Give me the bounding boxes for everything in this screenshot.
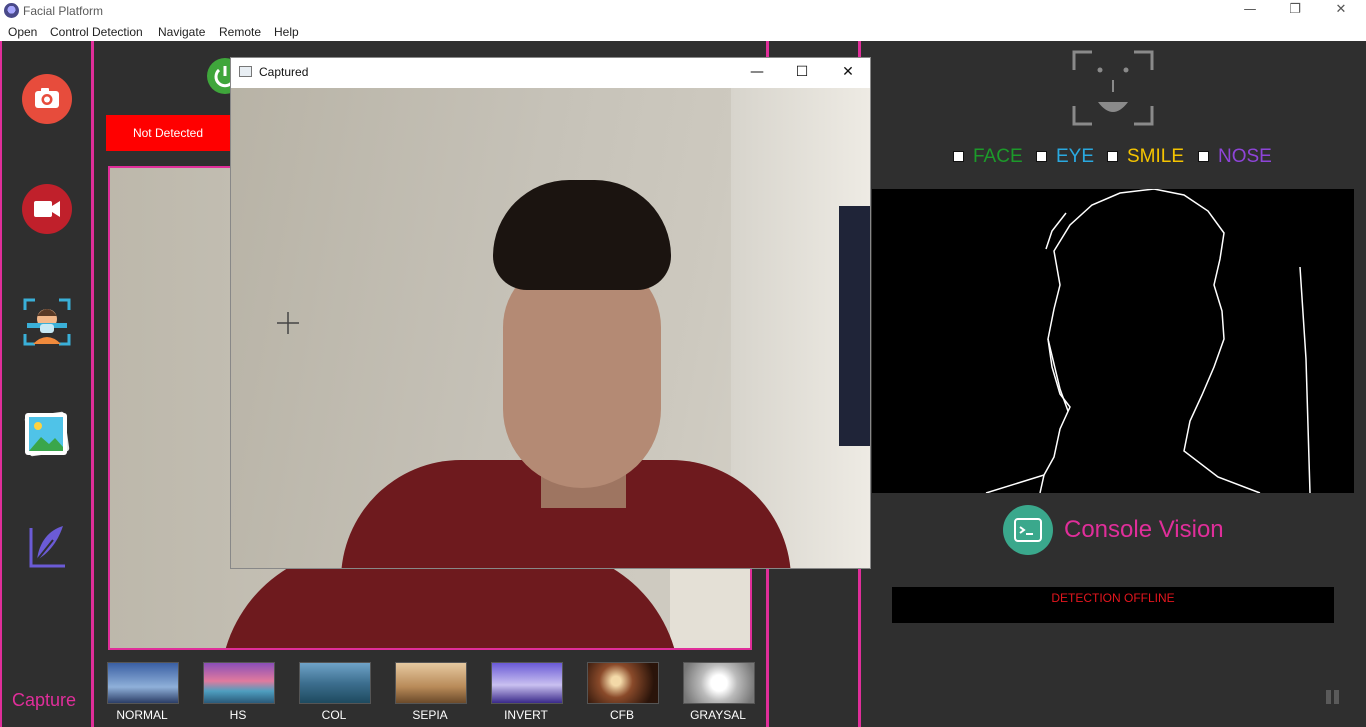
app-logo-icon: [4, 3, 19, 18]
minimize-button[interactable]: —: [1227, 0, 1273, 22]
filter-cfb-label[interactable]: CFB: [577, 708, 667, 722]
eye-checkbox[interactable]: [1036, 151, 1047, 162]
pause-icon: [1326, 690, 1331, 704]
crosshair-cursor-icon: [277, 312, 299, 334]
face-detect-logo-icon: [1072, 50, 1154, 126]
gallery-icon: [24, 411, 70, 457]
filter-graysal-thumb[interactable]: [683, 662, 755, 704]
capture-label[interactable]: Capture: [12, 690, 76, 711]
nose-checkbox[interactable]: [1198, 151, 1209, 162]
captured-window[interactable]: Captured — ☐ ✕: [230, 57, 871, 569]
camera-icon: [35, 88, 59, 108]
nose-checkbox-group[interactable]: NOSE: [1198, 146, 1278, 168]
left-toolbar: [2, 41, 91, 727]
face-scan-button[interactable]: [21, 296, 73, 348]
face-checkbox[interactable]: [953, 151, 964, 162]
filter-sepia-label[interactable]: SEPIA: [385, 708, 475, 722]
console-vision-title: Console Vision: [1064, 516, 1224, 543]
console-button[interactable]: [1003, 505, 1053, 555]
menu-navigate[interactable]: Navigate: [158, 25, 205, 39]
background-poster: [839, 206, 870, 446]
filter-normal-label[interactable]: NORMAL: [97, 708, 187, 722]
nose-checkbox-label[interactable]: NOSE: [1218, 146, 1272, 168]
filter-col-thumb[interactable]: [299, 662, 371, 704]
detection-status-badge: Not Detected: [106, 115, 230, 151]
filter-invert-label[interactable]: INVERT: [481, 708, 571, 722]
menu-bar: Open Control Detection Navigate Remote H…: [0, 22, 1366, 41]
camera-button[interactable]: [22, 74, 72, 124]
pause-button[interactable]: [1323, 688, 1343, 708]
video-button[interactable]: [22, 184, 72, 234]
filter-col-label[interactable]: COL: [289, 708, 379, 722]
window-app-icon: [239, 66, 252, 77]
filter-hs-thumb[interactable]: [203, 662, 275, 704]
smile-checkbox[interactable]: [1107, 151, 1118, 162]
filter-sepia-thumb[interactable]: [395, 662, 467, 704]
video-camera-icon: [34, 201, 60, 217]
filter-invert-thumb[interactable]: [491, 662, 563, 704]
person-hair: [493, 180, 671, 290]
captured-window-title: Captured: [259, 65, 309, 79]
face-checkbox-group[interactable]: FACE: [953, 146, 1033, 168]
captured-webcam-image: [231, 88, 870, 568]
edge-detection-view: [872, 188, 1354, 494]
title-bar: Facial Platform — ❐ ✕: [0, 0, 1366, 22]
eye-checkbox-group[interactable]: EYE: [1036, 146, 1106, 168]
menu-open[interactable]: Open: [8, 25, 37, 39]
face-checkbox-label[interactable]: FACE: [973, 146, 1023, 168]
captured-minimize-button[interactable]: —: [734, 59, 780, 85]
face-scan-icon: [23, 298, 71, 346]
filter-hs-label[interactable]: HS: [193, 708, 283, 722]
filter-normal-thumb[interactable]: [107, 662, 179, 704]
menu-control-detection[interactable]: Control Detection: [50, 25, 143, 39]
captured-maximize-button[interactable]: ☐: [779, 59, 825, 85]
window-title: Facial Platform: [23, 4, 104, 18]
restore-button[interactable]: ❐: [1272, 0, 1318, 22]
eye-checkbox-label[interactable]: EYE: [1056, 146, 1094, 168]
menu-help[interactable]: Help: [274, 25, 299, 39]
terminal-icon: [1014, 518, 1042, 542]
menu-remote[interactable]: Remote: [219, 25, 261, 39]
gallery-button[interactable]: [21, 407, 73, 459]
left-divider: [91, 41, 94, 727]
edge-outline-image: [985, 188, 1311, 494]
smile-checkbox-label[interactable]: SMILE: [1127, 146, 1184, 168]
detection-status-text: DETECTION OFFLINE: [1051, 591, 1175, 605]
filter-graysal-label[interactable]: GRAYSAL: [673, 708, 763, 722]
detection-log-box: DETECTION OFFLINE: [892, 587, 1334, 623]
captured-title-bar[interactable]: Captured — ☐ ✕: [231, 58, 870, 87]
editor-button[interactable]: [21, 520, 73, 572]
person-face: [503, 258, 661, 488]
filter-cfb-thumb[interactable]: [587, 662, 659, 704]
captured-close-button[interactable]: ✕: [825, 59, 871, 85]
close-button[interactable]: ✕: [1318, 0, 1364, 22]
feather-pen-icon: [29, 526, 65, 568]
smile-checkbox-group[interactable]: SMILE: [1107, 146, 1199, 168]
